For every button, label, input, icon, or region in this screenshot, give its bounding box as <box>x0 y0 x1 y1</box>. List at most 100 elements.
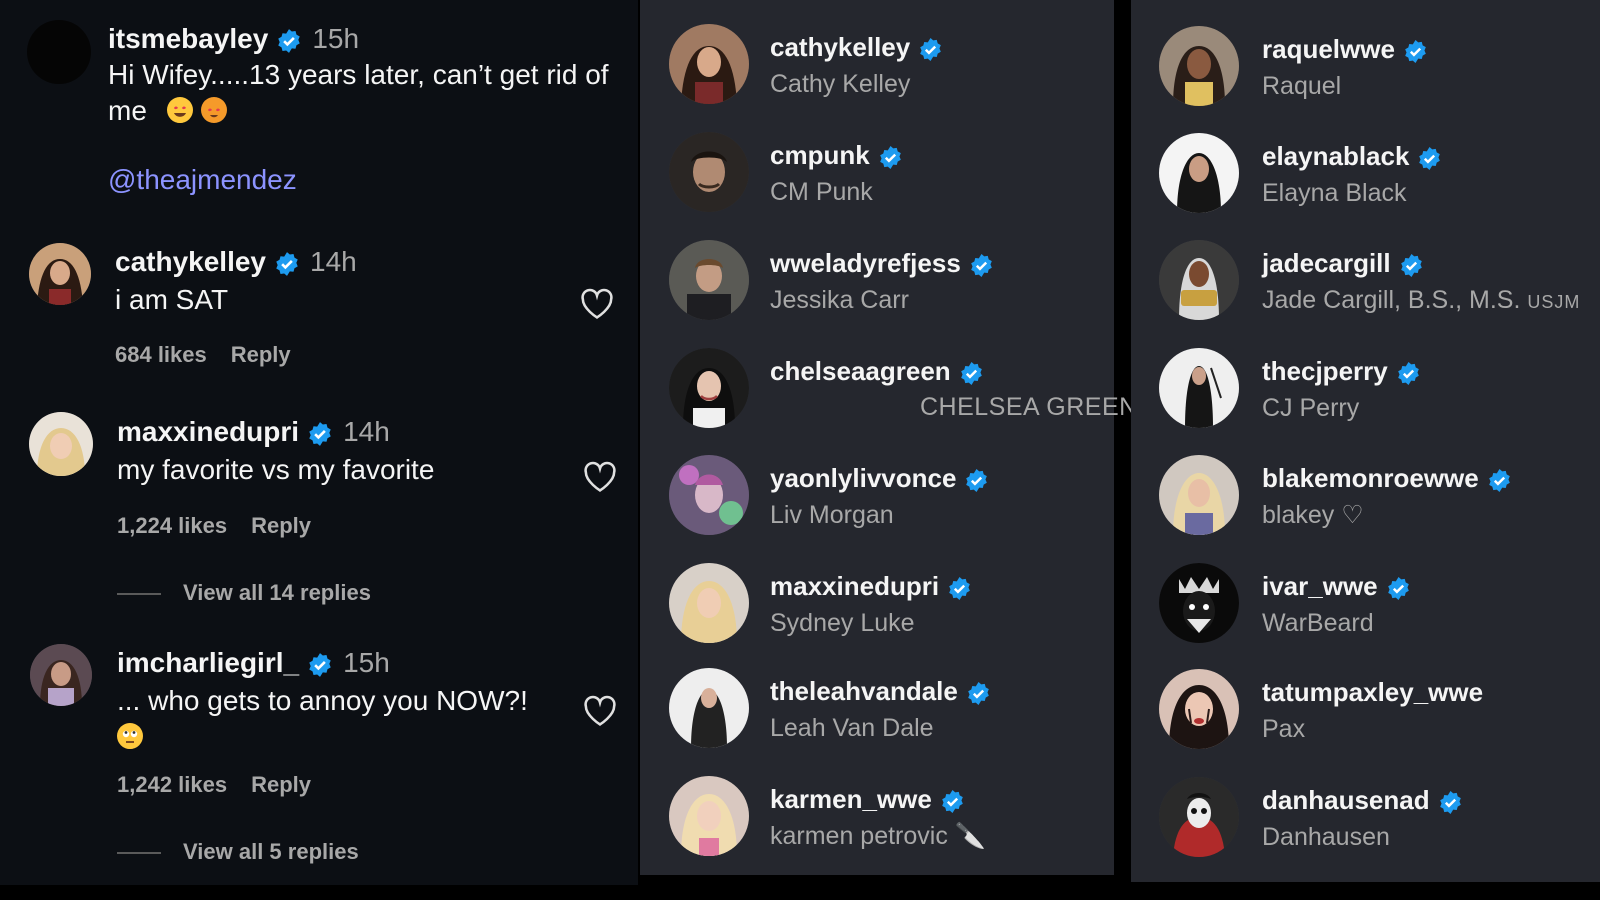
list-item[interactable]: cathykelley Cathy Kelley <box>640 22 1114 118</box>
caption-line: Hi Wifey.....13 years later, can’t get r… <box>108 59 609 90</box>
display-name: Elayna Black <box>1262 179 1407 207</box>
username[interactable]: imcharliegirl_ <box>117 647 299 678</box>
name-suffix: USJM <box>1527 292 1581 312</box>
verified-badge-icon <box>307 421 333 447</box>
display-name: Raquel <box>1262 72 1342 100</box>
verified-badge-icon <box>966 681 991 706</box>
display-name: Cathy Kelley <box>770 70 911 98</box>
reply-button[interactable]: Reply <box>251 772 311 797</box>
verified-badge-icon <box>959 361 984 386</box>
verified-badge-icon <box>969 253 994 278</box>
username[interactable]: cathykelley <box>115 246 266 277</box>
display-name: Danhausen <box>1262 823 1390 851</box>
display-name: blakey ♡ <box>1262 501 1364 529</box>
mention-link[interactable]: @theajmendez <box>108 164 297 196</box>
username-row: thecjperry <box>1262 356 1421 386</box>
username: elaynablack <box>1262 141 1410 171</box>
avatar <box>1159 348 1239 428</box>
username[interactable]: maxxinedupri <box>117 416 299 447</box>
username-row: blakemonroewwe <box>1262 463 1512 493</box>
list-item[interactable]: chelseaagreen CHELSEA GREEN <box>640 346 1137 442</box>
display-name: Liv Morgan <box>770 501 894 529</box>
list-item[interactable]: tatumpaxley_wwe Pax <box>1131 667 1600 763</box>
list-item[interactable]: danhausenad Danhausen <box>1131 775 1600 871</box>
avatar[interactable] <box>30 644 92 706</box>
display-name: karmen petrovic 🔪 <box>770 822 986 850</box>
list-item[interactable]: theleahvandale Leah Van Dale <box>640 666 1114 762</box>
comment-text-line: ... who gets to annoy you NOW?! <box>117 685 528 716</box>
avatar <box>669 776 749 856</box>
list-item[interactable]: thecjperry CJ Perry <box>1131 346 1600 442</box>
list-item[interactable]: raquelwwe Raquel <box>1131 24 1600 120</box>
verified-badge-icon <box>276 28 302 54</box>
avatar <box>669 240 749 320</box>
comments-panel: itsmebayley 15h Hi Wifey.....13 years lat… <box>0 0 638 885</box>
username: maxxinedupri <box>770 571 940 601</box>
like-count[interactable]: 1,242 likes <box>117 772 227 797</box>
display-name: Jessika Carr <box>770 286 909 314</box>
list-item[interactable]: ivar_wwe WarBeard <box>1131 561 1600 657</box>
list-item[interactable]: jadecargill Jade Cargill, B.S., M.S. USJ… <box>1131 238 1600 334</box>
list-item[interactable]: elaynablack Elayna Black <box>1131 131 1600 227</box>
list-item[interactable]: blakemonroewwe blakey ♡ <box>1131 453 1600 549</box>
avatar <box>669 24 749 104</box>
avatar[interactable] <box>29 243 91 305</box>
timestamp: 15h <box>343 647 390 678</box>
avatar <box>669 668 749 748</box>
username: karmen_wwe <box>770 784 932 814</box>
heart-icon[interactable] <box>583 695 617 727</box>
comment-meta: 684 likes Reply <box>115 342 291 368</box>
avatar <box>669 132 749 212</box>
username: blakemonroewwe <box>1262 463 1479 493</box>
view-replies-button[interactable]: View all 5 replies <box>117 839 359 865</box>
display-name: WarBeard <box>1262 609 1374 637</box>
verified-badge-icon <box>1438 790 1463 815</box>
username: danhausenad <box>1262 785 1430 815</box>
timestamp: 14h <box>343 416 390 447</box>
view-replies-button[interactable]: View all 14 replies <box>117 580 371 606</box>
timestamp: 15h <box>312 23 360 54</box>
username: raquelwwe <box>1262 34 1395 64</box>
verified-badge-icon <box>918 37 943 62</box>
username: tatumpaxley_wwe <box>1262 677 1484 707</box>
username-row: elaynablack <box>1262 141 1442 171</box>
divider <box>117 852 161 855</box>
comment-meta: 1,224 likes Reply <box>117 513 311 539</box>
comment-text: i am SAT <box>115 284 229 315</box>
heart-icon[interactable] <box>583 461 617 493</box>
timestamp: 14h <box>310 246 357 277</box>
username-row: ivar_wwe <box>1262 571 1411 601</box>
username-row: danhausenad <box>1262 785 1463 815</box>
like-count[interactable]: 1,224 likes <box>117 513 227 538</box>
username-row: yaonlylivvonce <box>770 463 989 493</box>
like-count[interactable]: 684 likes <box>115 342 207 367</box>
username[interactable]: itsmebayley <box>108 23 268 54</box>
list-item[interactable]: wweladyrefjess Jessika Carr <box>640 238 1114 334</box>
list-item[interactable]: yaonlylivvonce Liv Morgan <box>640 453 1114 549</box>
comment-header: itsmebayley 15h <box>108 22 359 56</box>
reply-button[interactable]: Reply <box>251 513 311 538</box>
verified-badge-icon <box>878 145 903 170</box>
avatar[interactable] <box>27 20 91 84</box>
comment-header: cathykelley 14h <box>115 245 357 279</box>
username-row: raquelwwe <box>1262 34 1428 64</box>
avatar <box>669 563 749 643</box>
heart-icon[interactable] <box>580 288 614 320</box>
verified-badge-icon <box>1487 468 1512 493</box>
list-item[interactable]: maxxinedupri Sydney Luke <box>640 561 1114 657</box>
verified-badge-icon <box>307 652 333 678</box>
view-replies-label: View all 14 replies <box>183 580 371 605</box>
verified-badge-icon <box>1417 146 1442 171</box>
username-row: karmen_wwe <box>770 784 965 814</box>
username-row: maxxinedupri <box>770 571 972 601</box>
username-row: cathykelley <box>770 32 943 62</box>
display-name: CHELSEA GREEN <box>920 393 1138 421</box>
display-name: Pax <box>1262 715 1306 743</box>
emoji-line <box>117 719 528 755</box>
list-item[interactable]: karmen_wwe karmen petrovic 🔪 <box>640 774 1114 870</box>
reply-button[interactable]: Reply <box>231 342 291 367</box>
avatar <box>669 455 749 535</box>
divider <box>117 593 161 596</box>
avatar[interactable] <box>29 412 93 476</box>
list-item[interactable]: cmpunk CM Punk <box>640 130 1114 226</box>
